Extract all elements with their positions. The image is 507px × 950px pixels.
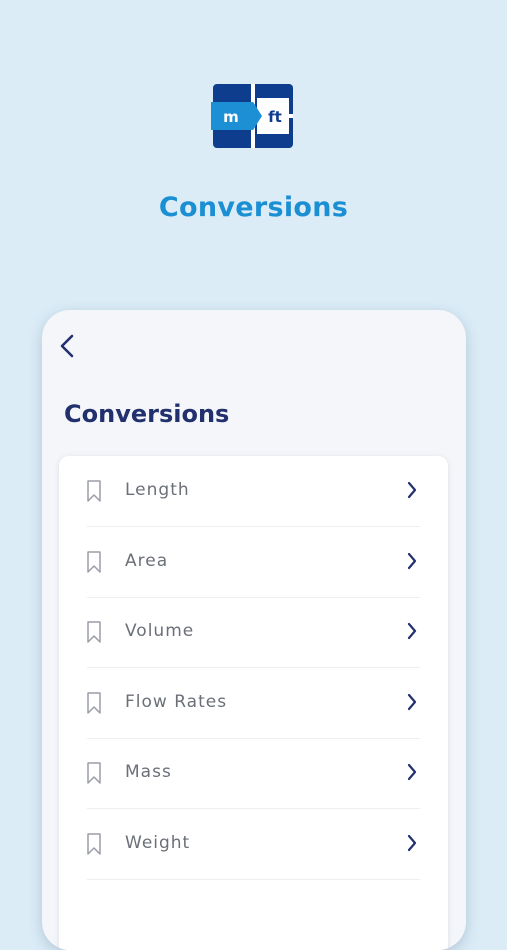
chevron-right-icon xyxy=(407,693,417,711)
bookmark-icon[interactable] xyxy=(87,762,101,784)
list-item-area[interactable]: Area xyxy=(59,527,448,597)
list-item-weight[interactable]: Weight xyxy=(59,809,448,879)
list-item-label: Area xyxy=(125,551,169,571)
bookmark-icon[interactable] xyxy=(87,621,101,643)
list-item-mass[interactable]: Mass xyxy=(59,738,448,808)
chevron-right-icon xyxy=(407,622,417,640)
phone-screen: Conversions Length Area Volume Flow Rate… xyxy=(42,310,466,950)
chevron-right-icon xyxy=(407,552,417,570)
page-title: Conversions xyxy=(64,400,230,428)
logo-ft-text: ft xyxy=(268,108,282,126)
list-item-volume[interactable]: Volume xyxy=(59,597,448,667)
chevron-left-icon xyxy=(60,334,74,358)
list-item-label: Weight xyxy=(125,833,191,853)
chevron-right-icon xyxy=(407,763,417,781)
list-item-label: Length xyxy=(125,480,190,500)
list-item-flow-rates[interactable]: Flow Rates xyxy=(59,668,448,738)
promo-title: Conversions xyxy=(158,192,349,223)
chevron-right-icon xyxy=(407,481,417,499)
divider xyxy=(87,879,420,880)
conversion-list: Length Area Volume Flow Rates Mass Weigh… xyxy=(59,456,448,950)
chevron-right-icon xyxy=(407,834,417,852)
list-item-label: Mass xyxy=(125,762,172,782)
bookmark-icon[interactable] xyxy=(87,480,101,502)
bookmark-icon[interactable] xyxy=(87,833,101,855)
list-item-length[interactable]: Length xyxy=(59,456,448,526)
logo-m-text: m xyxy=(223,108,239,126)
bookmark-icon[interactable] xyxy=(87,551,101,573)
list-item-label: Volume xyxy=(125,621,195,641)
bookmark-icon[interactable] xyxy=(87,692,101,714)
app-logo: m ft xyxy=(211,84,293,148)
list-item-label: Flow Rates xyxy=(125,692,228,712)
back-button[interactable] xyxy=(56,332,80,360)
